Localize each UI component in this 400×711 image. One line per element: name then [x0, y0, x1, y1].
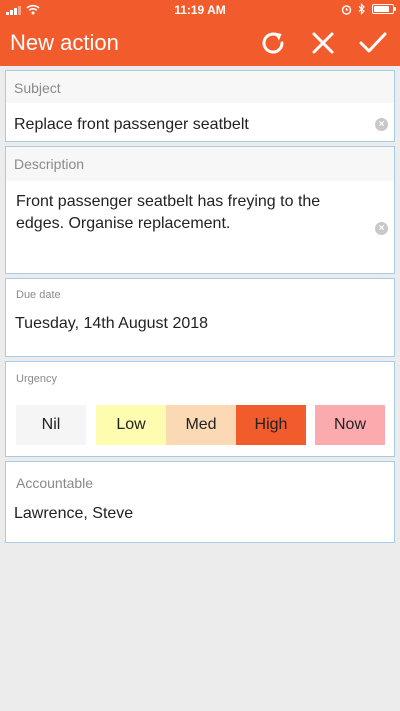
description-field[interactable]: Description Front passenger seatbelt has…: [5, 146, 395, 274]
subject-field[interactable]: Subject Replace front passenger seatbelt…: [5, 70, 395, 142]
app-bar: New action: [0, 20, 400, 66]
refresh-button[interactable]: [258, 28, 288, 58]
urgency-options: Nil Low Med High Now: [16, 405, 386, 445]
cancel-button[interactable]: [308, 28, 338, 58]
clear-description-button[interactable]: ×: [375, 222, 388, 235]
app-bar-actions: [258, 28, 388, 58]
urgency-low-button[interactable]: Low: [96, 405, 166, 445]
clear-subject-button[interactable]: ×: [375, 118, 388, 131]
urgency-field: Urgency Nil Low Med High Now: [5, 361, 395, 457]
urgency-high-button[interactable]: High: [236, 405, 306, 445]
status-bar: 11:19 AM: [0, 0, 400, 20]
accountable-value[interactable]: Lawrence, Steve: [14, 505, 133, 523]
due-date-label: Due date: [16, 289, 61, 301]
status-right: [341, 3, 396, 15]
urgency-med-button[interactable]: Med: [166, 405, 236, 445]
subject-label: Subject: [6, 71, 394, 103]
urgency-now-button[interactable]: Now: [315, 405, 385, 445]
page-title: New action: [10, 30, 119, 55]
save-button[interactable]: [358, 28, 388, 58]
refresh-icon: [262, 32, 284, 54]
clear-icon: ×: [378, 223, 385, 234]
battery-icon: [372, 4, 396, 14]
urgency-label: Urgency: [16, 373, 57, 385]
description-label: Description: [6, 147, 394, 181]
close-icon: [312, 32, 334, 54]
status-time: 11:19 AM: [174, 3, 226, 17]
accountable-field[interactable]: Accountable Lawrence, Steve: [5, 461, 395, 543]
due-date-value[interactable]: Tuesday, 14th August 2018: [15, 315, 208, 333]
clear-icon: ×: [378, 119, 385, 130]
check-icon: [359, 32, 387, 53]
bluetooth-icon: [358, 3, 365, 15]
subject-input[interactable]: Replace front passenger seatbelt: [14, 116, 249, 134]
accountable-label: Accountable: [16, 475, 94, 491]
urgency-nil-button[interactable]: Nil: [16, 405, 86, 445]
alarm-icon: [341, 4, 352, 15]
due-date-field[interactable]: Due date Tuesday, 14th August 2018: [5, 278, 395, 357]
description-input[interactable]: Front passenger seatbelt has freying to …: [16, 191, 346, 235]
